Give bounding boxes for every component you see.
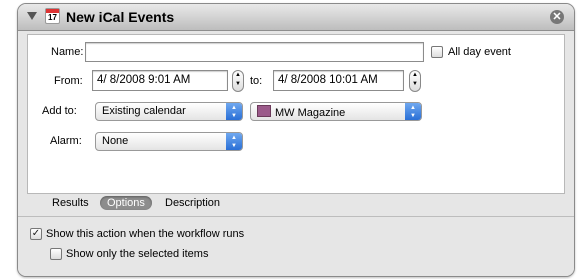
to-label: to: [250, 75, 263, 87]
add-to-popup[interactable]: Existing calendar ▲ ▼ [95, 102, 243, 121]
calendar-popup[interactable]: MW Magazine ▲ ▼ [250, 102, 422, 121]
action-title-bar[interactable]: 17 New iCal Events ✕ [18, 4, 574, 31]
close-icon[interactable]: ✕ [550, 10, 564, 24]
action-options-area: Name: All day event From: 4/ 8/2008 9:01… [27, 34, 565, 194]
name-field[interactable] [85, 42, 424, 62]
all-day-checkbox[interactable] [431, 46, 443, 58]
workflow-options-area: ✓ Show this action when the workflow run… [18, 216, 574, 276]
calendar-color-swatch [257, 105, 271, 117]
show-selected-checkbox[interactable] [50, 248, 62, 260]
popup-arrows-icon: ▲ ▼ [405, 103, 421, 120]
to-date-field[interactable]: 4/ 8/2008 10:01 AM [273, 70, 404, 91]
add-to-label: Add to: [42, 105, 77, 117]
from-label: From: [54, 75, 83, 87]
from-date-stepper[interactable]: ▲ ▼ [232, 70, 244, 92]
calendar-icon: 17 [45, 8, 60, 24]
name-label: Name: [51, 46, 84, 58]
alarm-selected: None [102, 135, 129, 147]
tab-description[interactable]: Description [165, 197, 220, 209]
show-action-label: Show this action when the workflow runs [46, 228, 245, 240]
tab-results[interactable]: Results [52, 197, 89, 209]
to-date-stepper[interactable]: ▲ ▼ [409, 70, 421, 92]
calendar-selected: MW Magazine [275, 107, 346, 119]
alarm-popup[interactable]: None ▲ ▼ [95, 132, 243, 151]
popup-arrows-icon: ▲ ▼ [226, 103, 242, 120]
action-title: New iCal Events [66, 9, 175, 25]
disclosure-triangle-icon[interactable] [27, 12, 37, 20]
show-selected-label: Show only the selected items [66, 248, 209, 260]
action-panel: 17 New iCal Events ✕ Name: All day event… [17, 3, 575, 277]
all-day-label: All day event [448, 46, 511, 58]
action-tabs: Results Options Description [18, 194, 574, 216]
add-to-selected: Existing calendar [102, 105, 186, 117]
tab-options[interactable]: Options [100, 196, 152, 210]
alarm-label: Alarm: [50, 135, 82, 147]
from-date-field[interactable]: 4/ 8/2008 9:01 AM [92, 70, 228, 91]
show-action-checkbox[interactable]: ✓ [30, 228, 42, 240]
popup-arrows-icon: ▲ ▼ [226, 133, 242, 150]
